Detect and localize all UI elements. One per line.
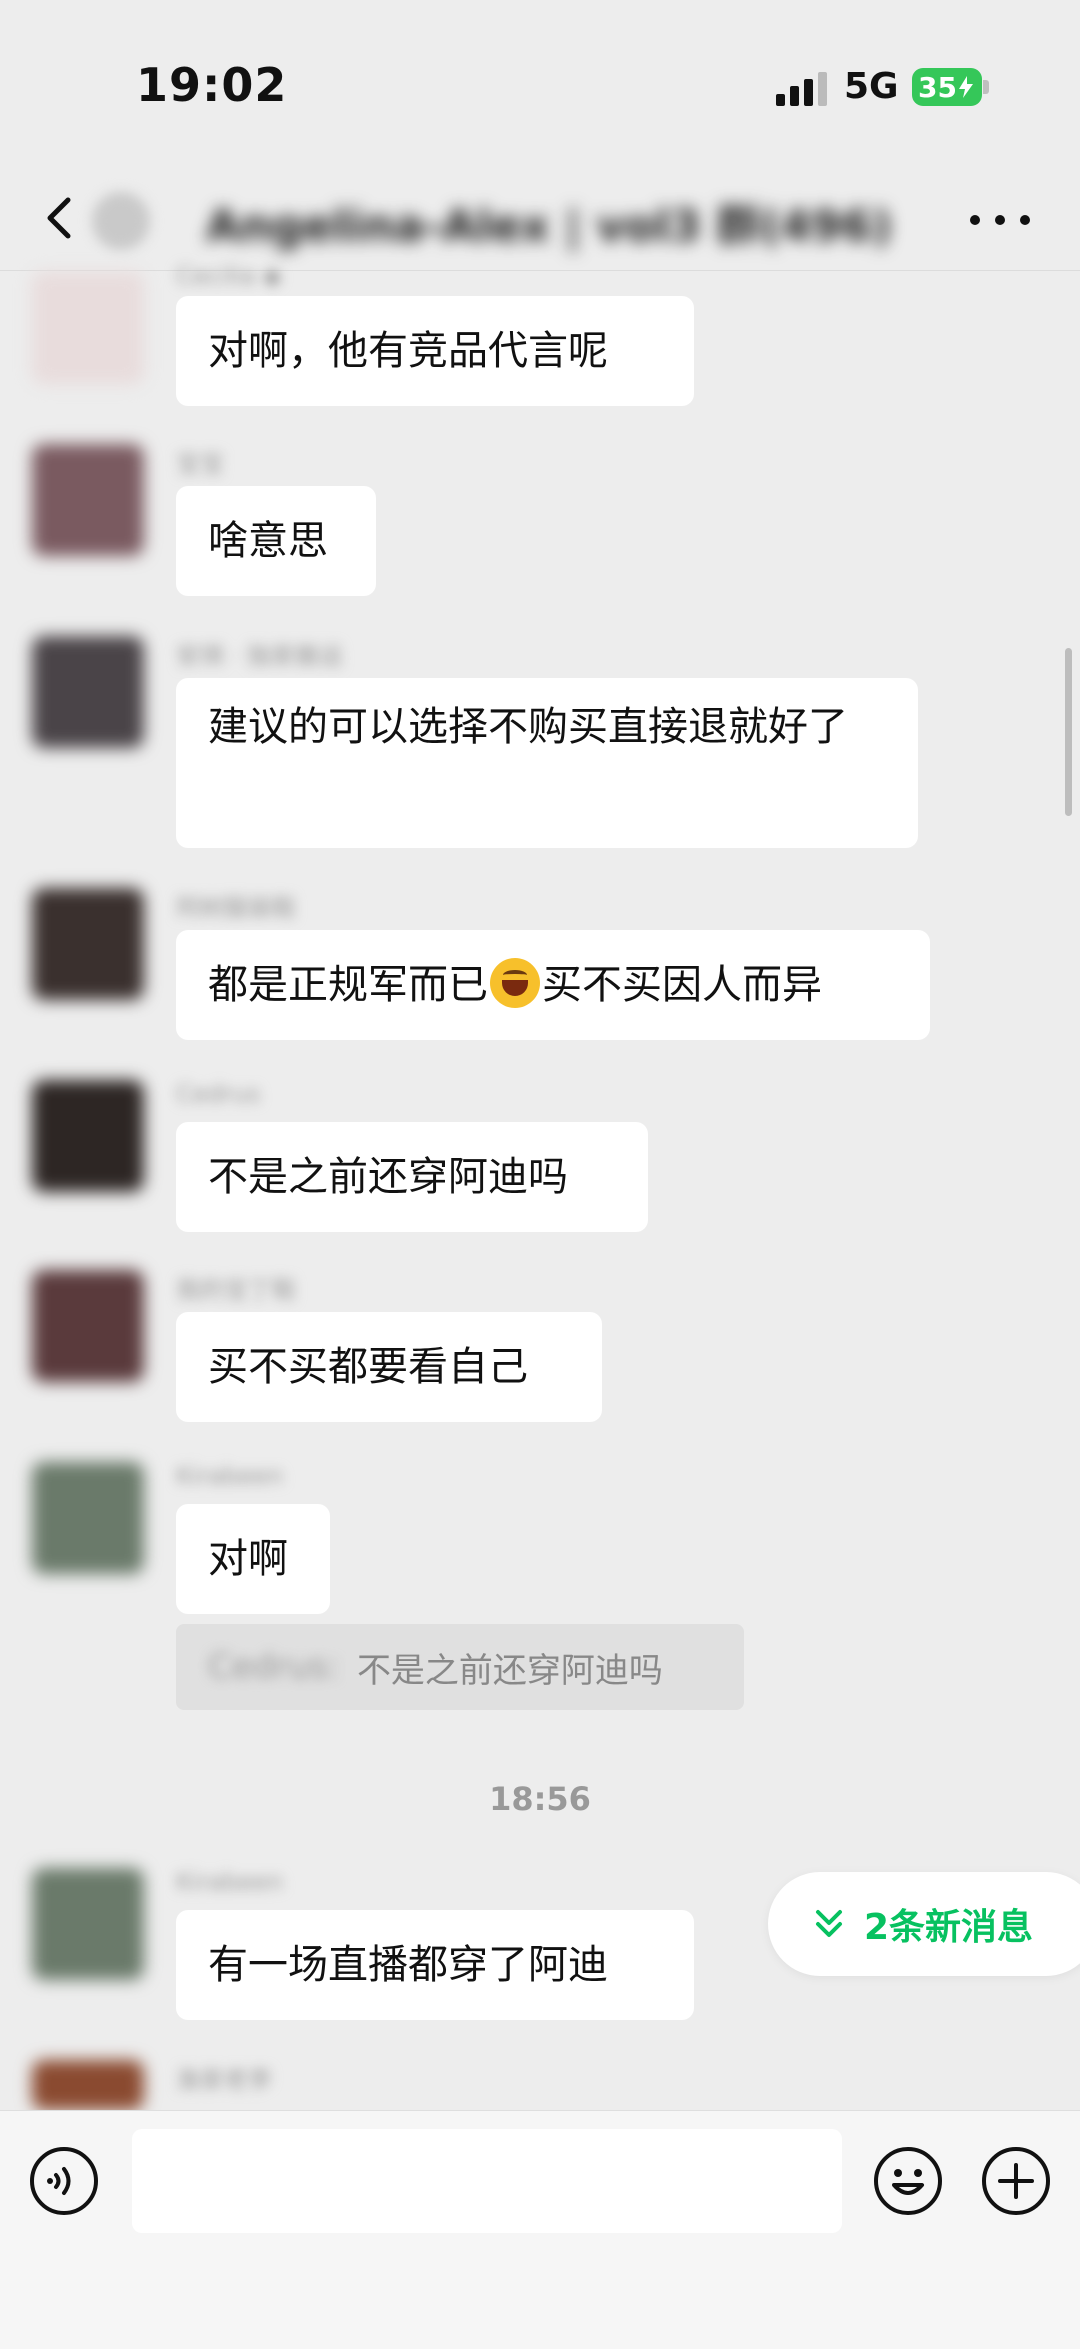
message-bubble[interactable]: 有一场直播都穿了阿迪	[176, 1910, 694, 2020]
sender-name: Cecilia ◆	[176, 262, 282, 290]
avatar[interactable]	[32, 888, 144, 1000]
message-bubble[interactable]: 啥意思	[176, 486, 376, 596]
new-messages-label: 2条新消息	[864, 1907, 1034, 1948]
message-text: 买不买因人而异	[542, 962, 822, 1008]
input-bar	[0, 2110, 1080, 2349]
sender-name: 渔家老李	[176, 2066, 272, 2094]
grinning-squinting-emoji-icon	[490, 958, 540, 1008]
battery-level: 35	[918, 70, 957, 104]
sender-name: Kirabeen	[176, 1868, 283, 1896]
status-bar: 19:02 5G 35	[0, 0, 1080, 170]
message-bubble[interactable]: 不是之前还穿阿迪吗	[176, 1122, 648, 1232]
quoted-message[interactable]: Cedrus: 不是之前还穿阿迪吗	[176, 1624, 744, 1710]
chat-header: Angelina-Alex | vol3 群(496)	[0, 170, 1080, 271]
battery-icon: 35	[912, 68, 982, 106]
battery-cap	[983, 80, 989, 94]
message-text: 都是正规军而已	[208, 962, 488, 1008]
message-bubble[interactable]: 对啊	[176, 1504, 330, 1614]
more-actions-button[interactable]	[980, 2145, 1052, 2217]
message-input[interactable]	[132, 2129, 842, 2233]
back-button[interactable]	[38, 188, 82, 248]
avatar[interactable]	[32, 444, 144, 556]
sender-name: 阿树服装鞋	[176, 894, 296, 922]
avatar[interactable]	[32, 1868, 144, 1980]
message-bubble[interactable]: 对啊，他有竞品代言呢	[176, 296, 694, 406]
status-time: 19:02	[136, 58, 288, 112]
sender-name: Cedrus	[176, 1080, 261, 1108]
avatar[interactable]	[32, 636, 144, 748]
avatar[interactable]	[32, 1080, 144, 1192]
sender-name: 我的宝丁鞋	[176, 1276, 296, 1304]
sender-name: Kirabeen	[176, 1462, 283, 1490]
quote-text: 不是之前还穿阿迪吗	[356, 1650, 663, 1691]
chat-title: Angelina-Alex | vol3 群(496)	[206, 201, 893, 252]
more-dot-icon	[970, 215, 980, 225]
quote-sender: Cedrus:	[208, 1647, 339, 1687]
avatar[interactable]	[32, 1462, 144, 1574]
more-dot-icon	[1020, 215, 1030, 225]
new-messages-button[interactable]: 2条新消息	[768, 1872, 1080, 1976]
network-type: 5G	[844, 66, 899, 107]
avatar[interactable]	[32, 1270, 144, 1382]
avatar[interactable]	[32, 2060, 144, 2110]
more-dot-icon	[995, 215, 1005, 225]
more-options-button[interactable]	[970, 200, 1030, 240]
plus-icon	[982, 2147, 1050, 2215]
message-bubble[interactable]: 建议的可以选择不购买直接退就好了	[176, 678, 918, 848]
emoji-button[interactable]	[872, 2145, 944, 2217]
message-bubble[interactable]: 都是正规军而已 买不买因人而异	[176, 930, 930, 1040]
voice-input-button[interactable]	[28, 2145, 100, 2217]
voice-icon	[30, 2147, 98, 2215]
chevron-left-icon	[47, 197, 71, 239]
sender-name: 安琪 · 独家搬运	[176, 642, 343, 670]
sender-name: 宝宝	[176, 450, 224, 478]
smiley-icon	[874, 2147, 942, 2215]
signal-icon	[776, 72, 828, 106]
scrollbar[interactable]	[1065, 648, 1072, 816]
double-chevron-down-icon	[816, 1910, 842, 1937]
avatar[interactable]	[32, 272, 144, 384]
header-avatar	[92, 192, 150, 250]
message-bubble[interactable]: 买不买都要看自己	[176, 1312, 602, 1422]
chat-timestamp: 18:56	[489, 1780, 591, 1818]
